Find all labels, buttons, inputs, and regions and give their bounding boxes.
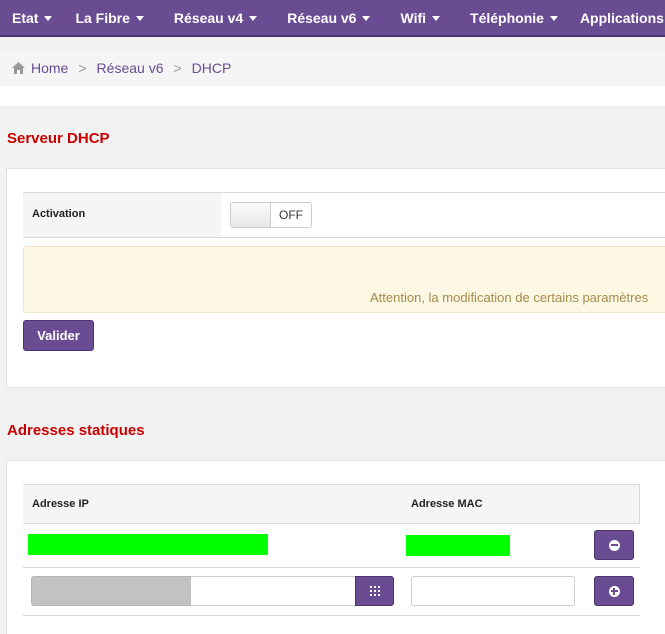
toggle-knob <box>231 203 271 227</box>
static-addresses-table-header: Adresse IP Adresse MAC <box>23 484 640 524</box>
validate-button[interactable]: Valider <box>23 320 94 351</box>
keypad-button[interactable] <box>355 576 394 606</box>
dhcp-server-title: Serveur DHCP <box>7 130 110 147</box>
home-icon <box>12 62 25 74</box>
warning-text: Attention, la modification de certains p… <box>370 290 649 305</box>
grid-icon <box>369 586 380 596</box>
breadcrumb-reseau-v6-link[interactable]: Réseau v6 <box>97 60 164 76</box>
breadcrumb-separator: > <box>173 60 182 76</box>
nav-item-label: La Fibre <box>75 9 130 26</box>
remove-entry-button[interactable] <box>594 530 634 560</box>
nav-item-etat[interactable]: Etat <box>12 0 53 35</box>
table-row <box>23 524 640 568</box>
static-addresses-title: Adresses statiques <box>7 422 145 439</box>
nav-item-telephonie[interactable]: Téléphonie <box>470 0 558 35</box>
breadcrumb-current-page[interactable]: DHCP <box>192 60 232 76</box>
caret-down-icon <box>362 16 371 21</box>
column-header-ip: Adresse IP <box>32 498 89 510</box>
nav-item-wifi[interactable]: Wifi <box>400 0 441 35</box>
ip-input-group <box>31 576 394 606</box>
nav-item-label: Wifi <box>400 9 427 26</box>
activation-label: Activation <box>23 193 221 237</box>
caret-down-icon <box>249 16 258 21</box>
mac-address-input[interactable] <box>411 576 575 606</box>
nav-item-label: Réseau v6 <box>287 9 357 26</box>
nav-item-applications[interactable]: Applications <box>580 0 664 35</box>
add-entry-button[interactable] <box>594 576 634 606</box>
nav-item-la-fibre[interactable]: La Fibre <box>75 0 144 35</box>
nav-item-label: Etat <box>12 9 39 26</box>
breadcrumb-separator: > <box>78 60 87 76</box>
toggle-state-label: OFF <box>279 208 303 222</box>
minus-circle-icon <box>608 539 620 551</box>
plus-circle-icon <box>608 585 620 597</box>
caret-down-icon <box>549 16 558 21</box>
ip-prefix-field <box>31 576 192 606</box>
ip-suffix-input[interactable] <box>191 576 356 606</box>
activation-row: Activation OFF <box>23 192 665 238</box>
nav-item-reseau-v4[interactable]: Réseau v4 <box>173 0 258 35</box>
nav-item-label: Réseau v4 <box>173 9 244 26</box>
breadcrumb-home-link[interactable]: Home <box>31 60 68 76</box>
caret-down-icon <box>44 16 53 21</box>
warning-alert: Attention, la modification de certains p… <box>23 246 665 313</box>
nav-item-label: Applications <box>579 9 664 26</box>
mac-address-redacted <box>406 535 510 556</box>
column-header-mac: Adresse MAC <box>411 498 483 510</box>
caret-down-icon <box>135 16 144 21</box>
ip-address-redacted <box>28 534 268 555</box>
nav-item-label: Téléphonie <box>470 9 544 26</box>
header-spacer <box>0 86 665 106</box>
breadcrumb: Home > Réseau v6 > DHCP <box>0 50 665 86</box>
top-navigation: Etat La Fibre Réseau v4 Réseau v6 Wifi T… <box>0 0 665 37</box>
caret-down-icon <box>432 16 441 21</box>
activation-toggle[interactable]: OFF <box>230 202 312 228</box>
nav-item-reseau-v6[interactable]: Réseau v6 <box>287 0 371 35</box>
